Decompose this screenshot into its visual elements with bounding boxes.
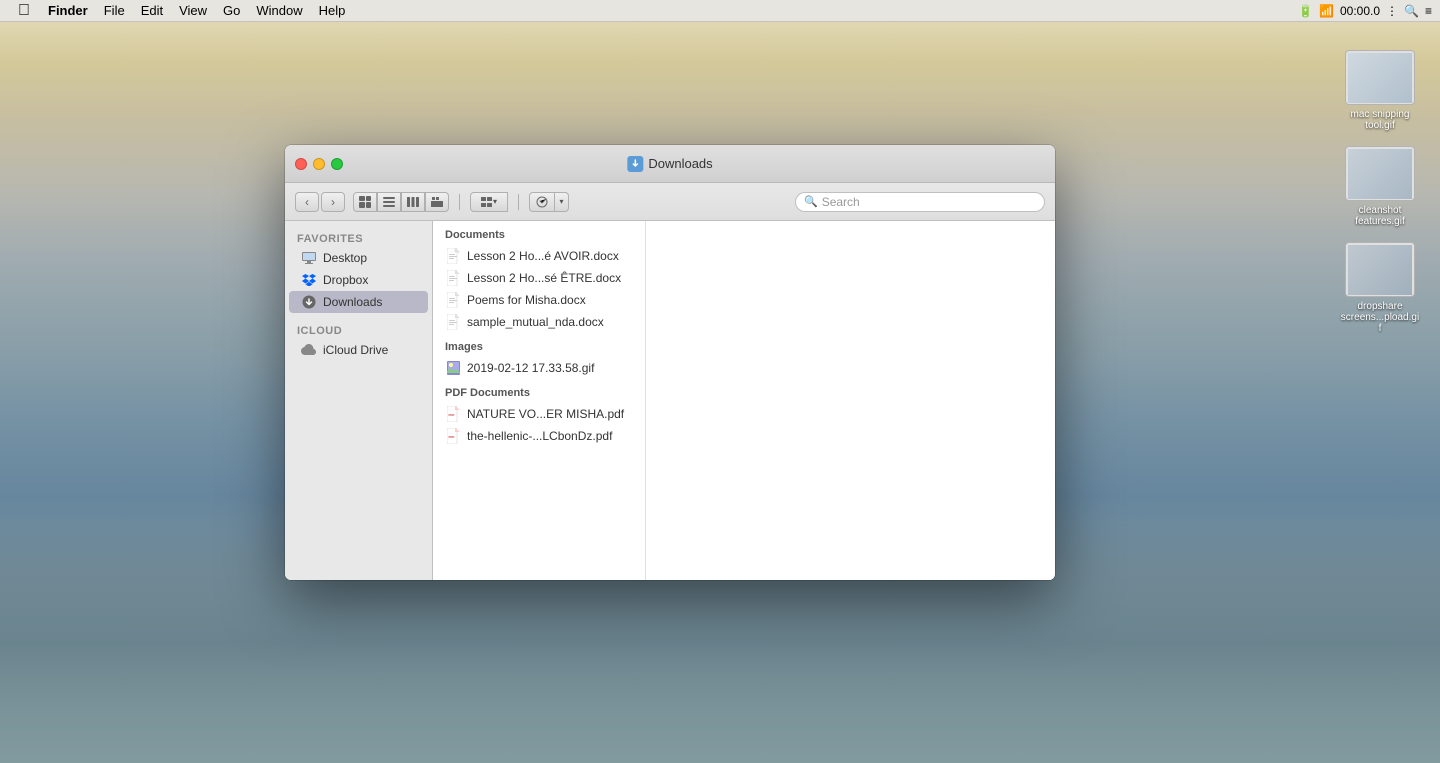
toolbar-separator-2	[518, 194, 519, 210]
group-view-dropdown: ▾	[470, 192, 508, 212]
nav-buttons: ‹ ›	[295, 192, 345, 212]
window-title-area: Downloads	[627, 156, 712, 172]
file-name-nature-pdf: NATURE VO...ER MISHA.pdf	[467, 407, 624, 421]
menubar-finder[interactable]: Finder	[40, 0, 96, 22]
sidebar-downloads-label: Downloads	[323, 295, 382, 309]
search-box-icon: 🔍	[804, 195, 818, 208]
menubar-help[interactable]: Help	[311, 0, 354, 22]
mac-snipping-thumbnail	[1345, 50, 1415, 105]
file-item-etre[interactable]: Lesson 2 Ho...sé ÊTRE.docx	[433, 267, 645, 289]
file-name-poems: Poems for Misha.docx	[467, 293, 586, 307]
window-controls	[285, 158, 343, 170]
gallery-view-button[interactable]	[425, 192, 449, 212]
back-button[interactable]: ‹	[295, 192, 319, 212]
file-name-avoir: Lesson 2 Ho...é AVOIR.docx	[467, 249, 619, 263]
docx-icon-avoir	[445, 248, 461, 264]
menubar:  Finder File Edit View Go Window Help 🔋…	[0, 0, 1440, 22]
icon-view-button[interactable]	[353, 192, 377, 212]
search-box[interactable]: 🔍 Search	[795, 192, 1045, 212]
documents-group-header: Documents	[433, 221, 645, 245]
file-item-hellenic-pdf[interactable]: PDF the-hellenic-...LCbonDz.pdf	[433, 425, 645, 447]
dropbox-sidebar-icon	[301, 272, 317, 288]
svg-text:PDF: PDF	[448, 435, 454, 439]
gif-icon-screenshot	[445, 360, 461, 376]
dropshare-label: dropshare screens...pload.gif	[1340, 301, 1420, 334]
pdf-icon-hellenic: PDF	[445, 428, 461, 444]
menubar-left:  Finder File Edit View Go Window Help	[8, 0, 353, 22]
finder-toolbar: ‹ ›	[285, 183, 1055, 221]
docx-icon-etre	[445, 270, 461, 286]
apple-menu[interactable]: 	[8, 0, 40, 22]
maximize-button[interactable]	[331, 158, 343, 170]
list-view-button[interactable]	[377, 192, 401, 212]
file-item-gif[interactable]: 2019-02-12 17.33.58.gif	[433, 357, 645, 379]
finder-main: Favorites Desktop	[285, 221, 1055, 580]
file-item-nature-pdf[interactable]: PDF NATURE VO...ER MISHA.pdf	[433, 403, 645, 425]
menubar-file[interactable]: File	[96, 0, 133, 22]
icloud-label: iCloud	[285, 321, 432, 339]
column-view-button[interactable]	[401, 192, 425, 212]
sidebar-item-desktop[interactable]: Desktop	[289, 247, 428, 269]
dropshare-thumbnail	[1345, 242, 1415, 297]
docx-icon-nda	[445, 314, 461, 330]
desktop-icon-mac-snipping[interactable]: mac snipping tool.gif	[1340, 50, 1420, 131]
search-input[interactable]: Search	[822, 195, 1036, 209]
cleanshot-thumbnail	[1345, 146, 1415, 201]
mac-snipping-label: mac snipping tool.gif	[1340, 109, 1420, 131]
file-name-etre: Lesson 2 Ho...sé ÊTRE.docx	[467, 271, 621, 285]
pdf-icon-nature: PDF	[445, 406, 461, 422]
action-button[interactable]	[529, 192, 555, 212]
pdf-group-header: PDF Documents	[433, 379, 645, 403]
search-menubar-icon[interactable]: 🔍	[1404, 4, 1419, 18]
finder-window: Downloads ‹ ›	[285, 145, 1055, 580]
toolbar-separator-1	[459, 194, 460, 210]
cleanshot-label: cleanshot features.gif	[1340, 205, 1420, 227]
battery-icon: 🔋	[1298, 4, 1313, 18]
sidebar-item-downloads[interactable]: Downloads	[289, 291, 428, 313]
downloads-folder-icon	[627, 156, 643, 172]
view-buttons	[353, 192, 449, 212]
menubar-window[interactable]: Window	[248, 0, 310, 22]
forward-button[interactable]: ›	[321, 192, 345, 212]
sidebar-item-icloud-drive[interactable]: iCloud Drive	[289, 339, 428, 361]
finder-titlebar: Downloads	[285, 145, 1055, 183]
icloud-sidebar-icon	[301, 342, 317, 358]
time-display: 00:00.0	[1340, 4, 1380, 18]
close-button[interactable]	[295, 158, 307, 170]
file-name-hellenic-pdf: the-hellenic-...LCbonDz.pdf	[467, 429, 612, 443]
file-name-nda: sample_mutual_nda.docx	[467, 315, 604, 329]
file-item-avoir[interactable]: Lesson 2 Ho...é AVOIR.docx	[433, 245, 645, 267]
images-group-header: Images	[433, 333, 645, 357]
file-item-nda[interactable]: sample_mutual_nda.docx	[433, 311, 645, 333]
desktop-icon-dropshare[interactable]: dropshare screens...pload.gif	[1340, 242, 1420, 334]
sidebar-item-dropbox[interactable]: Dropbox	[289, 269, 428, 291]
svg-text:PDF: PDF	[448, 413, 454, 417]
file-name-gif: 2019-02-12 17.33.58.gif	[467, 361, 594, 375]
action-dropdown-button[interactable]: ▾	[555, 192, 569, 212]
desktop-icon-cleanshot[interactable]: cleanshot features.gif	[1340, 146, 1420, 227]
desktop-sidebar-icon	[301, 250, 317, 266]
minimize-button[interactable]	[313, 158, 325, 170]
downloads-sidebar-icon	[301, 294, 317, 310]
finder-preview-pane	[645, 221, 1055, 580]
menubar-edit[interactable]: Edit	[133, 0, 171, 22]
menu-extras: ⋮	[1386, 4, 1398, 18]
action-button-group: ▾	[529, 192, 569, 212]
sidebar-icloud-label: iCloud Drive	[323, 343, 388, 357]
finder-sidebar: Favorites Desktop	[285, 221, 433, 580]
favorites-label: Favorites	[285, 229, 432, 247]
window-title: Downloads	[648, 156, 712, 171]
docx-icon-poems	[445, 292, 461, 308]
control-center-icon[interactable]: ≡	[1425, 4, 1432, 18]
sidebar-desktop-label: Desktop	[323, 251, 367, 265]
menubar-go[interactable]: Go	[215, 0, 248, 22]
sidebar-dropbox-label: Dropbox	[323, 273, 368, 287]
file-item-poems[interactable]: Poems for Misha.docx	[433, 289, 645, 311]
group-view-button[interactable]: ▾	[470, 192, 508, 212]
desktop-icons-container: mac snipping tool.gif cleanshot features…	[1340, 50, 1420, 334]
wifi-icon: 📶	[1319, 4, 1334, 18]
finder-content: Documents Lesson 2 Ho...é AVOIR.docx	[433, 221, 645, 580]
menubar-view[interactable]: View	[171, 0, 215, 22]
menubar-right: 🔋 📶 00:00.0 ⋮ 🔍 ≡	[1298, 4, 1432, 18]
